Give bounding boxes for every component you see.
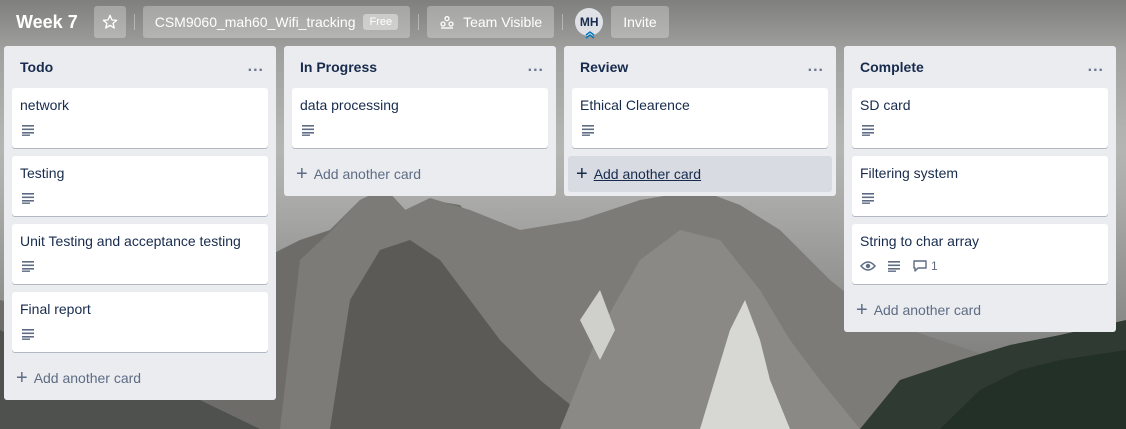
list-todo: Todo ... network Testing Unit Testing an… bbox=[4, 46, 276, 400]
card[interactable]: Ethical Clearence bbox=[572, 88, 828, 148]
list-header: Todo ... bbox=[4, 46, 276, 88]
board-title[interactable]: Week 7 bbox=[8, 6, 86, 38]
team-icon bbox=[440, 15, 454, 29]
list-title[interactable]: Complete bbox=[860, 59, 924, 75]
list-header: In Progress ... bbox=[284, 46, 556, 88]
list-menu-button[interactable]: ... bbox=[808, 58, 824, 76]
plus-icon: + bbox=[296, 163, 308, 185]
card[interactable]: Unit Testing and acceptance testing bbox=[12, 224, 268, 284]
card-title: Final report bbox=[20, 301, 91, 317]
add-card-label: Add another card bbox=[873, 302, 982, 318]
visibility-button[interactable]: Team Visible bbox=[427, 6, 555, 38]
invite-button[interactable]: Invite bbox=[611, 6, 669, 38]
card-container: data processing bbox=[284, 88, 556, 148]
plus-icon: + bbox=[576, 163, 588, 185]
list-title[interactable]: In Progress bbox=[300, 59, 377, 75]
card[interactable]: String to char array 1 bbox=[852, 224, 1108, 284]
card-title: Unit Testing and acceptance testing bbox=[20, 233, 241, 249]
card-title: data processing bbox=[300, 97, 399, 113]
list-in-progress: In Progress ... data processing + Add an… bbox=[284, 46, 556, 196]
list-menu-button[interactable]: ... bbox=[1088, 58, 1104, 76]
card-badges bbox=[20, 256, 260, 276]
star-button[interactable] bbox=[93, 6, 126, 38]
card[interactable]: network bbox=[12, 88, 268, 148]
header-divider bbox=[562, 14, 564, 30]
description-icon bbox=[886, 260, 902, 272]
plan-badge: Free bbox=[363, 14, 399, 30]
eye-icon bbox=[860, 260, 876, 272]
description-icon bbox=[860, 192, 876, 204]
card-badges bbox=[580, 120, 820, 140]
add-card-button[interactable]: + Add another card bbox=[8, 360, 272, 396]
plus-icon: + bbox=[856, 299, 868, 321]
add-card-button[interactable]: + Add another card bbox=[568, 156, 832, 192]
list-title[interactable]: Review bbox=[580, 59, 628, 75]
list-menu-button[interactable]: ... bbox=[528, 58, 544, 76]
add-card-label: Add another card bbox=[593, 166, 702, 182]
card-container: network Testing Unit Testing and accepta… bbox=[4, 88, 276, 352]
card[interactable]: Filtering system bbox=[852, 156, 1108, 216]
team-name-button[interactable]: CSM9060_mah60_Wifi_tracking Free bbox=[142, 6, 411, 38]
comment-count: 1 bbox=[931, 259, 938, 273]
star-icon bbox=[102, 14, 118, 29]
card-badges bbox=[300, 120, 540, 140]
list-header: Review ... bbox=[564, 46, 836, 88]
card-badges bbox=[20, 324, 260, 344]
board-lists: Todo ... network Testing Unit Testing an… bbox=[4, 46, 1124, 400]
card-container: SD card Filtering system String to char … bbox=[844, 88, 1116, 284]
list-header: Complete ... bbox=[844, 46, 1116, 88]
card-title: String to char array bbox=[860, 233, 980, 249]
list-menu-button[interactable]: ... bbox=[248, 58, 264, 76]
team-name-label: CSM9060_mah60_Wifi_tracking bbox=[154, 14, 356, 30]
card[interactable]: data processing bbox=[292, 88, 548, 148]
visibility-label: Team Visible bbox=[463, 14, 543, 30]
list-complete: Complete ... SD card Filtering system St… bbox=[844, 46, 1116, 332]
header-divider bbox=[418, 14, 420, 30]
invite-label: Invite bbox=[623, 14, 657, 30]
board-header: Week 7 CSM9060_mah60_Wifi_tracking Free … bbox=[0, 0, 1126, 44]
avatar-initials: MH bbox=[579, 15, 599, 29]
card[interactable]: SD card bbox=[852, 88, 1108, 148]
admin-chevron-icon bbox=[585, 31, 595, 39]
description-icon bbox=[860, 124, 876, 136]
description-icon bbox=[580, 124, 596, 136]
card-badges bbox=[860, 120, 1100, 140]
add-card-label: Add another card bbox=[313, 166, 422, 182]
description-icon bbox=[20, 328, 36, 340]
card-title: SD card bbox=[860, 97, 911, 113]
list-review: Review ... Ethical Clearence + Add anoth… bbox=[564, 46, 836, 196]
add-card-button[interactable]: + Add another card bbox=[848, 292, 1112, 328]
member-avatar[interactable]: MH bbox=[575, 8, 604, 39]
list-title[interactable]: Todo bbox=[20, 59, 53, 75]
description-icon bbox=[20, 192, 36, 204]
add-card-button[interactable]: + Add another card bbox=[288, 156, 552, 192]
plus-icon: + bbox=[16, 367, 28, 389]
card-badges bbox=[20, 120, 260, 140]
card-badges bbox=[860, 188, 1100, 208]
card-container: Ethical Clearence bbox=[564, 88, 836, 148]
card[interactable]: Final report bbox=[12, 292, 268, 352]
card-badges bbox=[20, 188, 260, 208]
add-card-label: Add another card bbox=[33, 370, 142, 386]
description-icon bbox=[300, 124, 316, 136]
header-divider bbox=[133, 14, 135, 30]
card-badges: 1 bbox=[860, 256, 1100, 276]
card-title: Testing bbox=[20, 165, 65, 181]
card[interactable]: Testing bbox=[12, 156, 268, 216]
comment-icon bbox=[913, 260, 927, 272]
card-title: Ethical Clearence bbox=[580, 97, 690, 113]
card-title: Filtering system bbox=[860, 165, 959, 181]
description-icon bbox=[20, 260, 36, 272]
card-title: network bbox=[20, 97, 70, 113]
comment-badge: 1 bbox=[912, 259, 938, 273]
description-icon bbox=[20, 124, 36, 136]
